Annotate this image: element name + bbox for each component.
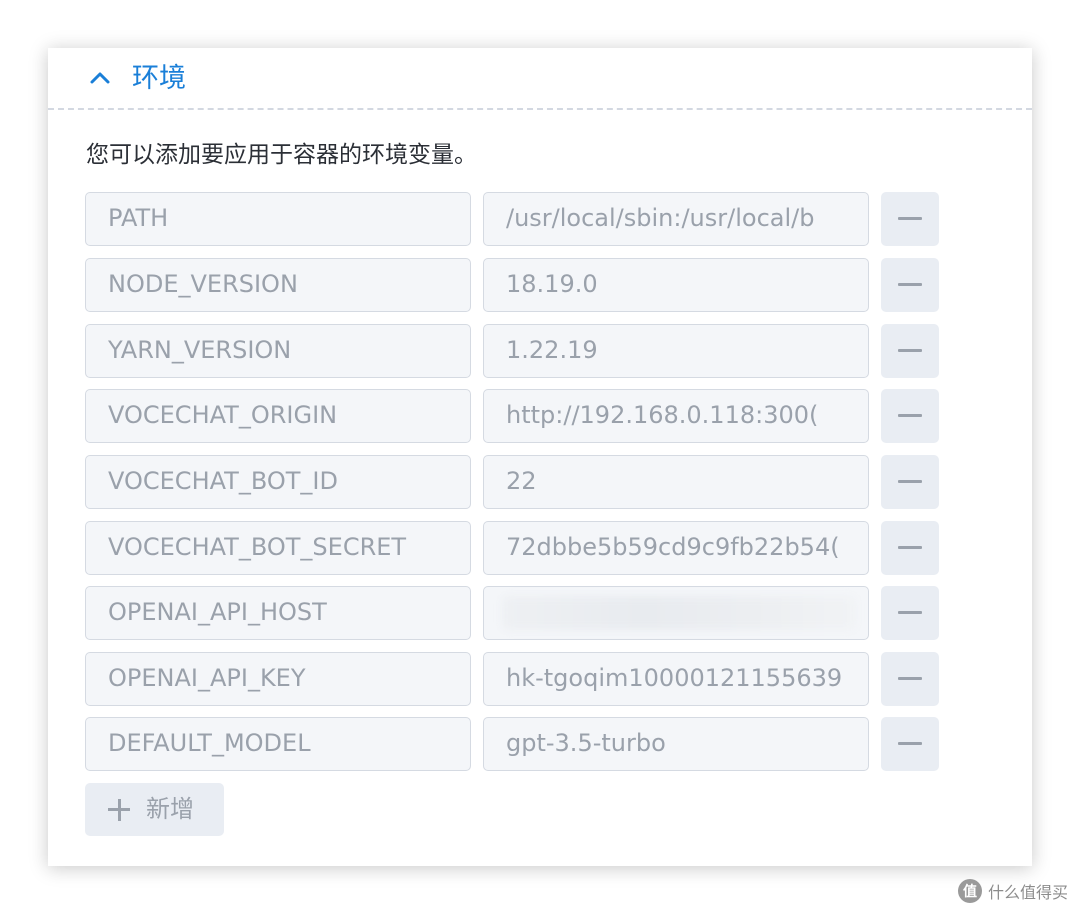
- minus-icon: [898, 349, 922, 352]
- env-row: VOCECHAT_ORIGIN http://192.168.0.118:300…: [85, 389, 941, 443]
- remove-env-button[interactable]: [881, 652, 939, 706]
- section-description: 您可以添加要应用于容器的环境变量。: [86, 142, 477, 168]
- env-row: NODE_VERSION 18.19.0: [85, 258, 941, 312]
- environment-panel: 环境 您可以添加要应用于容器的环境变量。 PATH /usr/local/sbi…: [48, 48, 1032, 866]
- env-value-input[interactable]: 72dbbe5b59cd9c9fb22b54(: [483, 521, 869, 575]
- env-row: VOCECHAT_BOT_SECRET 72dbbe5b59cd9c9fb22b…: [85, 521, 941, 575]
- watermark-text: 什么值得买: [987, 883, 1068, 902]
- env-row: VOCECHAT_BOT_ID 22: [85, 455, 941, 509]
- env-name-input[interactable]: VOCECHAT_BOT_SECRET: [85, 521, 471, 575]
- env-name-input[interactable]: NODE_VERSION: [85, 258, 471, 312]
- env-value-text: 72dbbe5b59cd9c9fb22b54(: [506, 533, 840, 561]
- env-value-text: 22: [506, 467, 537, 495]
- env-value-text: gpt-3.5-turbo: [506, 729, 666, 757]
- env-name-input[interactable]: VOCECHAT_ORIGIN: [85, 389, 471, 443]
- env-name-input[interactable]: OPENAI_API_KEY: [85, 652, 471, 706]
- minus-icon: [898, 480, 922, 483]
- section-header[interactable]: 环境: [48, 48, 1032, 110]
- env-value-input[interactable]: 1.22.19: [483, 324, 869, 378]
- minus-icon: [898, 414, 922, 417]
- env-value-input[interactable]: /usr/local/sbin:/usr/local/b: [483, 192, 869, 246]
- env-value-input[interactable]: http://192.168.0.118:300(: [483, 389, 869, 443]
- minus-icon: [898, 742, 922, 745]
- env-name-input[interactable]: YARN_VERSION: [85, 324, 471, 378]
- env-value-input-redacted[interactable]: [483, 586, 869, 640]
- minus-icon: [898, 283, 922, 286]
- add-env-button[interactable]: 新增: [85, 783, 224, 836]
- add-env-label: 新增: [146, 795, 194, 823]
- env-value-text: 18.19.0: [506, 270, 598, 298]
- env-row: YARN_VERSION 1.22.19: [85, 324, 941, 378]
- env-row: DEFAULT_MODEL gpt-3.5-turbo: [85, 717, 941, 771]
- redacted-value-blur: [502, 596, 856, 630]
- screenshot-stage: 环境 您可以添加要应用于容器的环境变量。 PATH /usr/local/sbi…: [0, 0, 1080, 914]
- env-row: OPENAI_API_KEY hk-tgoqim10000121155639: [85, 652, 941, 706]
- env-value-text: http://192.168.0.118:300(: [506, 401, 819, 429]
- env-value-text: hk-tgoqim10000121155639: [506, 664, 843, 692]
- env-row: PATH /usr/local/sbin:/usr/local/b: [85, 192, 941, 246]
- env-value-text: /usr/local/sbin:/usr/local/b: [506, 204, 815, 232]
- env-name-input[interactable]: PATH: [85, 192, 471, 246]
- env-value-input[interactable]: hk-tgoqim10000121155639: [483, 652, 869, 706]
- watermark: 值 什么值得买: [957, 876, 1068, 906]
- remove-env-button[interactable]: [881, 192, 939, 246]
- plus-icon-stroke: [117, 798, 121, 821]
- env-value-input[interactable]: 18.19.0: [483, 258, 869, 312]
- minus-icon: [898, 677, 922, 680]
- env-value-input[interactable]: 22: [483, 455, 869, 509]
- remove-env-button[interactable]: [881, 389, 939, 443]
- watermark-logo-icon: 值: [957, 879, 982, 903]
- env-value-text: 1.22.19: [506, 336, 598, 364]
- env-row: OPENAI_API_HOST: [85, 586, 941, 640]
- remove-env-button[interactable]: [881, 717, 939, 771]
- minus-icon: [898, 217, 922, 220]
- env-name-input[interactable]: DEFAULT_MODEL: [85, 717, 471, 771]
- minus-icon: [898, 611, 922, 614]
- remove-env-button[interactable]: [881, 258, 939, 312]
- remove-env-button[interactable]: [881, 324, 939, 378]
- env-name-input[interactable]: OPENAI_API_HOST: [85, 586, 471, 640]
- env-value-input[interactable]: gpt-3.5-turbo: [483, 717, 869, 771]
- remove-env-button[interactable]: [881, 521, 939, 575]
- chevron-up-icon[interactable]: [88, 66, 112, 90]
- minus-icon: [898, 546, 922, 549]
- env-name-input[interactable]: VOCECHAT_BOT_ID: [85, 455, 471, 509]
- section-title[interactable]: 环境: [132, 62, 186, 96]
- remove-env-button[interactable]: [881, 455, 939, 509]
- remove-env-button[interactable]: [881, 586, 939, 640]
